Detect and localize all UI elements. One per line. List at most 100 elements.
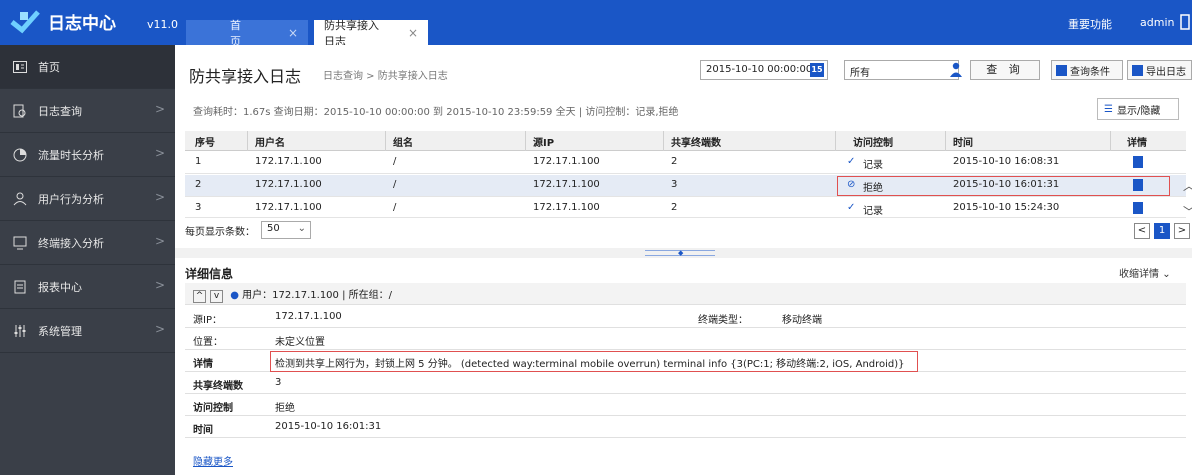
col-header-share-count: 共享终端数: [671, 138, 721, 149]
sidebar-item-label: 流量时长分析: [38, 148, 104, 162]
access-filter-value: 所有: [850, 68, 870, 79]
detail-doc-icon[interactable]: [1133, 202, 1143, 214]
cell-group: /: [393, 156, 397, 167]
sidebar-item-label: 报表中心: [38, 280, 82, 294]
table-row[interactable]: 1 172.17.1.100 / 172.17.1.100 2 ✓ 记录 201…: [185, 152, 1186, 174]
cell-group: /: [393, 179, 397, 190]
tab-home-label: 首页: [230, 18, 241, 48]
tab-anti-share-log-label: 防共享接入日志: [324, 18, 379, 48]
cell-time: 2015-10-10 15:24:30: [953, 202, 1060, 213]
user-icon: [12, 191, 28, 207]
monitor-icon: [12, 235, 28, 251]
chevron-right-icon: >: [154, 146, 165, 160]
chevron-right-icon: >: [154, 278, 165, 292]
sidebar: 首页 日志查询 > 流量时长分析 > 用户行为分析 > 终端接入分析 > 报表中…: [0, 45, 175, 475]
cell-user: 172.17.1.100: [255, 179, 322, 190]
cell-no: 1: [195, 156, 202, 167]
query-conditions-label: 查询条件: [1070, 66, 1110, 78]
show-hide-label: 显示/隐藏: [1116, 105, 1161, 117]
col-header-no: 序号: [195, 138, 215, 149]
splitter-grip[interactable]: ◆: [645, 249, 715, 257]
user-icon: ●: [230, 290, 239, 301]
access-filter-select[interactable]: 所有: [844, 60, 959, 80]
detail-row-share-count: 共享终端数 3: [185, 372, 1186, 394]
page-title: 防共享接入日志: [189, 67, 302, 86]
cell-share-count: 2: [671, 156, 678, 167]
detail-row-access: 访问控制 拒绝: [185, 394, 1186, 416]
chevron-right-icon: >: [154, 190, 165, 204]
export-log-button[interactable]: 导出日志: [1127, 60, 1192, 80]
col-header-source-ip: 源IP: [533, 138, 555, 149]
cell-access: 记录: [863, 206, 883, 217]
collapse-detail-label: 收缩详情: [1119, 269, 1159, 280]
tab-anti-share-log[interactable]: 防共享接入日志 ×: [314, 19, 428, 48]
current-page-button[interactable]: 1: [1154, 223, 1170, 239]
page-size-label: 每页显示条数：: [185, 226, 255, 238]
app-version: v11.0: [147, 18, 179, 31]
query-conditions-button[interactable]: 查询条件: [1051, 60, 1123, 80]
date-picker-input[interactable]: 2015-10-10 00:00:00 15: [700, 60, 828, 80]
prev-page-button[interactable]: <: [1134, 223, 1150, 239]
detail-label: 终端类型：: [698, 315, 748, 326]
cell-no: 2: [195, 179, 202, 190]
tab-home-close-icon[interactable]: ×: [288, 26, 298, 40]
detail-panel-title: 详细信息: [185, 267, 234, 281]
next-page-button[interactable]: >: [1174, 223, 1190, 239]
logout-icon[interactable]: [1180, 14, 1190, 30]
cell-user: 172.17.1.100: [255, 202, 322, 213]
report-icon: [12, 279, 28, 295]
check-icon: ✓: [847, 202, 856, 213]
sidebar-item-label: 日志查询: [38, 104, 82, 118]
cell-time: 2015-10-10 16:08:31: [953, 156, 1060, 167]
sidebar-item-report-center[interactable]: 报表中心 >: [0, 265, 175, 309]
sidebar-item-system-management[interactable]: 系统管理 >: [0, 309, 175, 353]
tab-home[interactable]: 首页 ×: [186, 19, 308, 48]
top-bar: 日志中心 v11.0 首页 × 防共享接入日志 × 重要功能 admin: [0, 0, 1192, 48]
sidebar-item-user-behavior[interactable]: 用户行为分析 >: [0, 177, 175, 221]
sidebar-item-home[interactable]: 首页: [0, 45, 175, 89]
query-button[interactable]: 查 询: [970, 60, 1040, 80]
scroll-down-icon[interactable]: ﹀: [1183, 203, 1192, 220]
traffic-chart-icon: [12, 147, 28, 163]
cell-source-ip: 172.17.1.100: [533, 202, 600, 213]
scroll-up-icon[interactable]: ︿: [1183, 177, 1192, 194]
detail-doc-icon[interactable]: [1133, 156, 1143, 168]
cell-access: 记录: [863, 160, 883, 171]
detail-label: 访问控制: [193, 403, 233, 414]
table-row[interactable]: 3 172.17.1.100 / 172.17.1.100 2 ✓ 记录 201…: [185, 198, 1186, 218]
important-features-link[interactable]: 重要功能: [1068, 16, 1112, 32]
sidebar-item-log-search[interactable]: 日志查询 >: [0, 89, 175, 133]
sidebar-item-terminal-access[interactable]: 终端接入分析 >: [0, 221, 175, 265]
col-header-group: 组名: [393, 138, 413, 149]
user-picker-icon[interactable]: [950, 62, 962, 78]
show-hide-columns-button[interactable]: ☰ 显示/隐藏: [1097, 98, 1179, 120]
detail-value: 拒绝: [275, 403, 295, 414]
sidebar-item-traffic-analysis[interactable]: 流量时长分析 >: [0, 133, 175, 177]
sidebar-item-label: 用户行为分析: [38, 192, 104, 206]
admin-user-menu[interactable]: admin: [1140, 16, 1174, 29]
splitter-handle-icon: ◆: [678, 249, 684, 257]
detail-label: 时间: [193, 425, 213, 436]
sidebar-item-label: 终端接入分析: [38, 236, 104, 250]
detail-value: 3: [275, 377, 282, 388]
panel-splitter[interactable]: ◆: [175, 248, 1192, 258]
highlight-box: [837, 176, 1170, 196]
chevron-right-icon: >: [154, 234, 165, 248]
collapse-detail-button[interactable]: 收缩详情 ⌄: [1119, 265, 1171, 280]
chevron-right-icon: >: [154, 322, 165, 336]
export-log-label: 导出日志: [1146, 66, 1186, 78]
sidebar-item-label: 系统管理: [38, 324, 82, 338]
tab-anti-share-log-close-icon[interactable]: ×: [408, 26, 418, 40]
detail-value: 2015-10-10 16:01:31: [275, 421, 382, 432]
settings-sliders-icon: [12, 323, 28, 339]
hide-more-link[interactable]: 隐藏更多: [193, 453, 233, 468]
prev-record-icon[interactable]: ^: [193, 290, 206, 303]
page-size-select[interactable]: 50 ⌄: [261, 221, 311, 239]
page-size-value: 50: [267, 223, 280, 234]
home-icon: [12, 59, 28, 75]
export-icon: [1132, 64, 1143, 76]
calendar-icon[interactable]: 15: [810, 63, 824, 77]
query-conditions-icon: [1056, 64, 1067, 76]
next-record-icon[interactable]: v: [210, 290, 223, 303]
detail-label: 位置：: [193, 337, 223, 348]
